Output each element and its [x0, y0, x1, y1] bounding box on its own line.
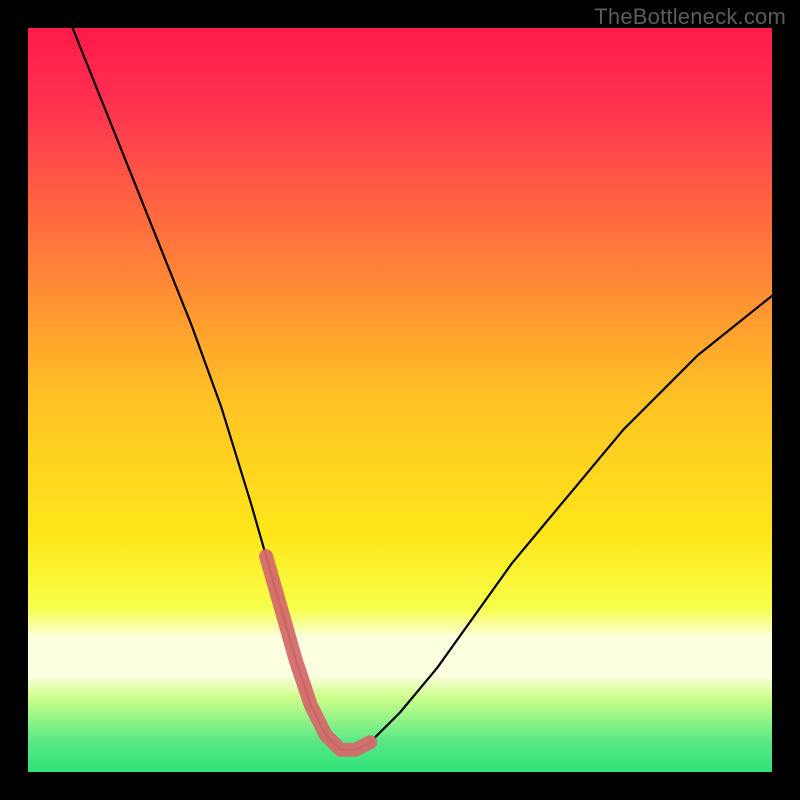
chart-frame: TheBottleneck.com [0, 0, 800, 800]
watermark-text: TheBottleneck.com [594, 4, 786, 30]
plot-area [28, 28, 772, 772]
gradient-bg [28, 28, 772, 772]
chart-svg [28, 28, 772, 772]
